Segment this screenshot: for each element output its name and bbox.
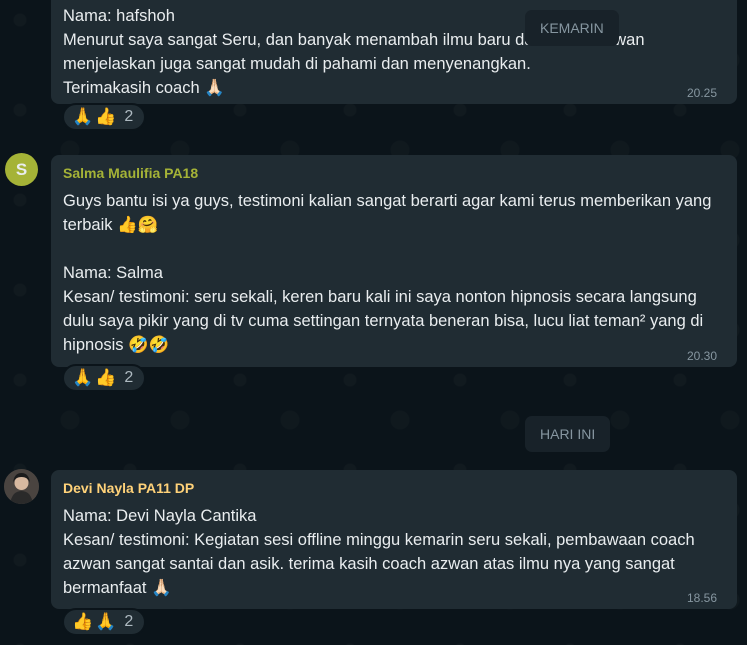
message-bubble[interactable]: Devi Nayla PA11 DP Nama: Devi Nayla Cant…	[51, 470, 737, 609]
avatar-photo[interactable]	[4, 469, 39, 504]
date-chip-today: HARI INI	[525, 416, 611, 452]
reaction-count: 2	[124, 613, 134, 630]
message-time: 20.25	[686, 86, 717, 100]
message-time: 20.30	[686, 349, 717, 363]
reactions-pill[interactable]: 🙏 👍 2	[62, 364, 146, 392]
avatar[interactable]: S	[5, 153, 38, 186]
message-text: Guys bantu isi ya guys, testimoni kalian…	[63, 192, 712, 354]
thumbs-up-emoji-icon: 👍	[72, 612, 94, 631]
message-bubble[interactable]: Salma Maulifia PA18 Guys bantu isi ya gu…	[51, 155, 737, 367]
date-chip-label: HARI INI	[540, 426, 596, 442]
reactions-pill[interactable]: 🙏 👍 2	[62, 103, 146, 131]
reaction-count: 2	[124, 108, 134, 125]
date-chip-label: KEMARIN	[540, 20, 604, 36]
pray-emoji-icon: 🙏	[72, 368, 94, 387]
message-text: Nama: Devi Nayla Cantika Kesan/ testimon…	[63, 507, 695, 597]
profile-photo-icon	[4, 469, 39, 504]
pray-emoji-icon: 🙏	[95, 612, 117, 631]
avatar-letter: S	[15, 159, 28, 179]
date-chip-yesterday: KEMARIN	[525, 10, 619, 46]
message-time: 18.56	[686, 591, 717, 605]
reactions-pill[interactable]: 👍 🙏 2	[62, 608, 146, 636]
sender-name[interactable]: Salma Maulifia PA18	[63, 165, 725, 181]
message-bubble[interactable]: Nama: hafshoh Menurut saya sangat Seru, …	[51, 0, 737, 104]
message-text: Nama: hafshoh Menurut saya sangat Seru, …	[63, 7, 645, 97]
pray-emoji-icon: 🙏	[72, 107, 94, 126]
thumbs-up-emoji-icon: 👍	[95, 107, 117, 126]
thumbs-up-emoji-icon: 👍	[95, 368, 117, 387]
sender-name[interactable]: Devi Nayla PA11 DP	[63, 480, 725, 496]
reaction-count: 2	[124, 369, 134, 386]
